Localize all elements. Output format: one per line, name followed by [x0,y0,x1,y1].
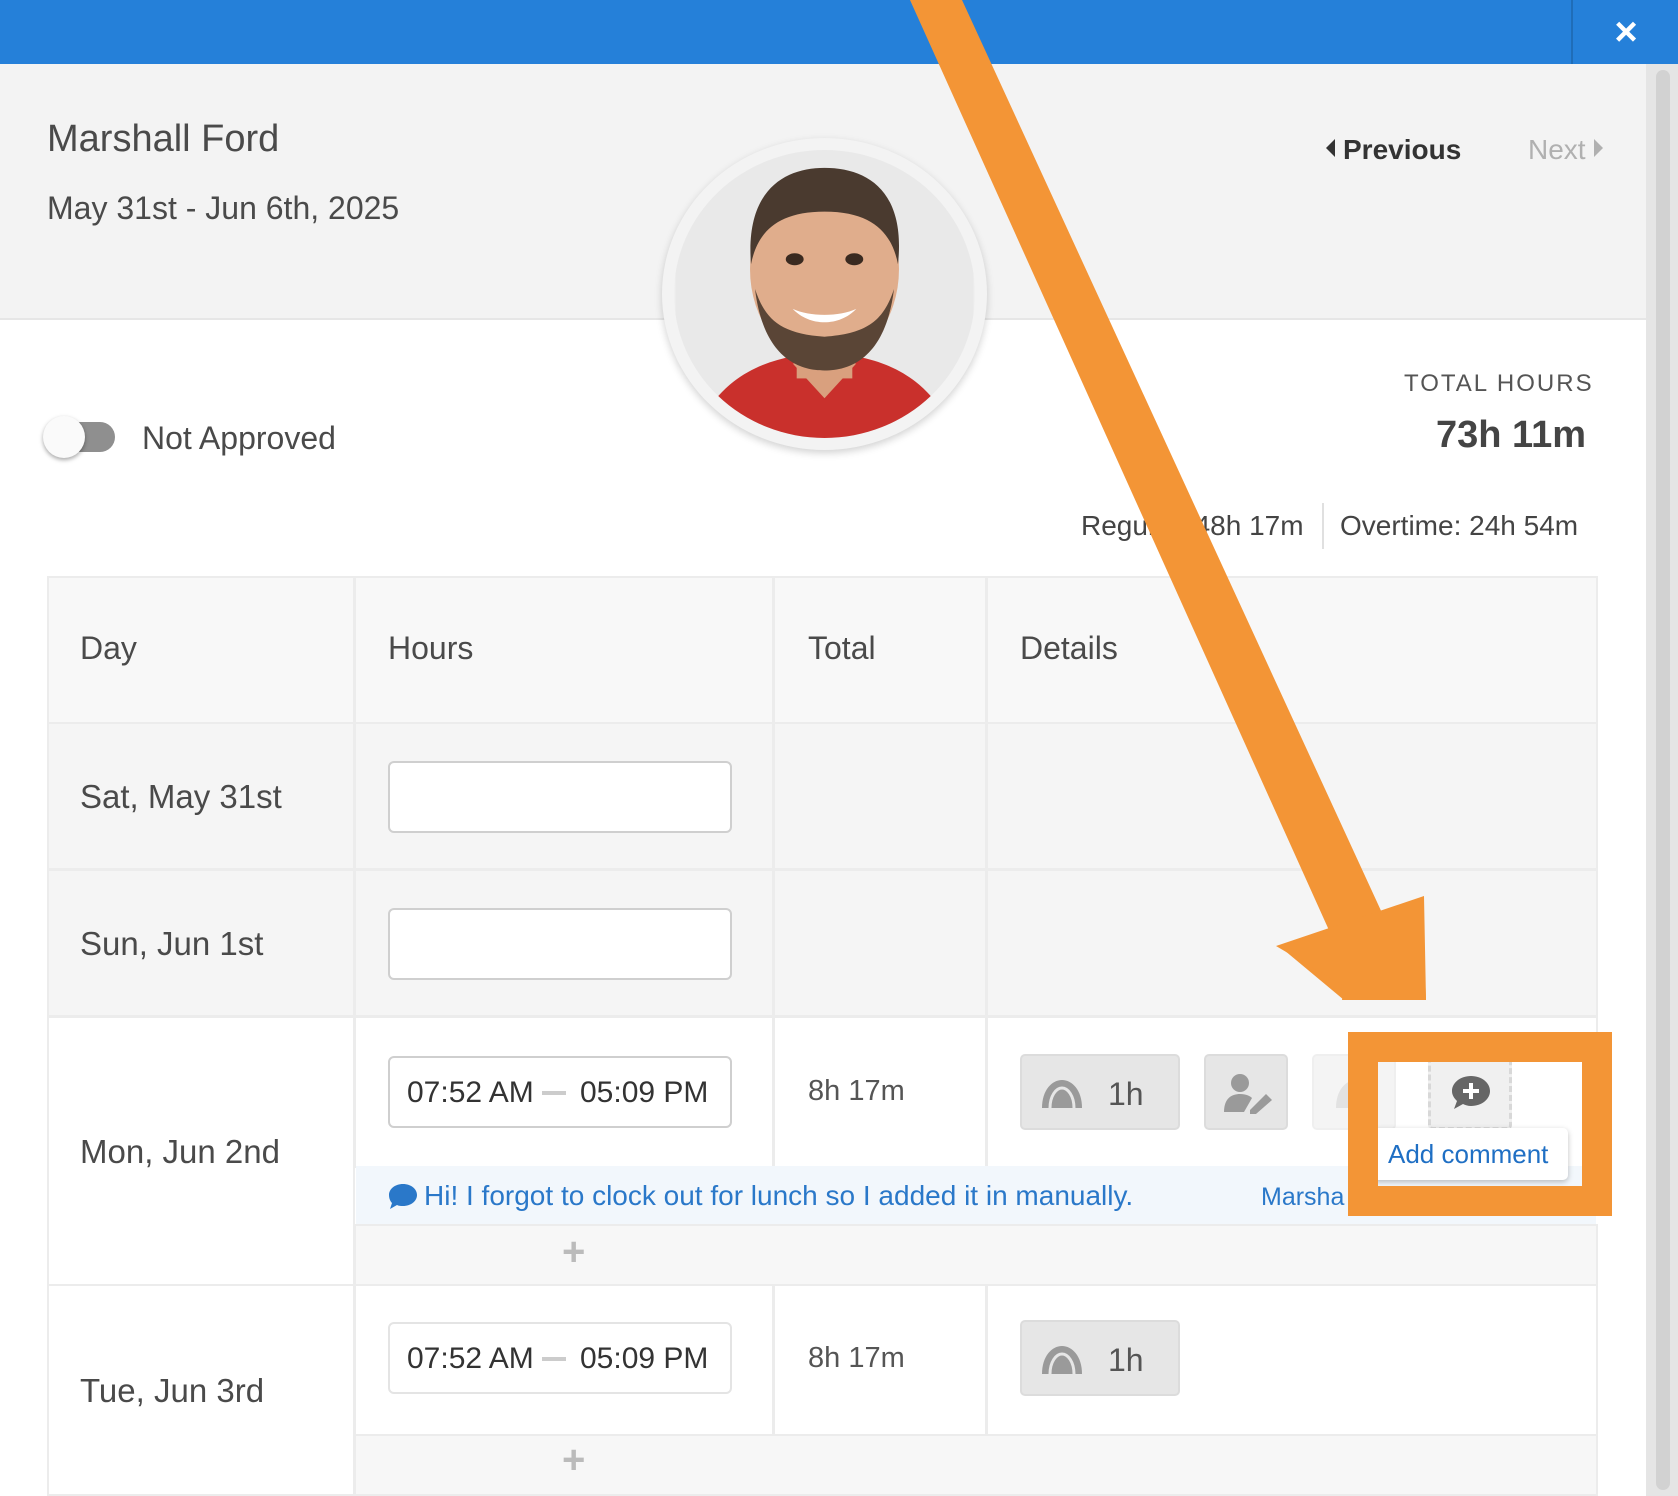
break-chip[interactable]: 1h [1020,1320,1180,1396]
break-icon [1042,1346,1082,1375]
row-total: 8h 17m [808,1342,905,1374]
previous-button[interactable]: Previous [1326,134,1461,166]
date-range: May 31st - Jun 6th, 2025 [47,190,400,226]
start-time: 07:52 AM [407,1342,534,1375]
top-bar-divider [1571,0,1573,64]
approval-toggle-knob[interactable] [43,416,85,458]
day-label: Sun, Jun 1st [80,925,264,962]
hours-input[interactable] [388,908,732,980]
time-range-input[interactable]: 07:52 AM 05:09 PM [388,1056,732,1128]
scrollbar-thumb[interactable] [1656,70,1670,1490]
details-cell [986,722,1598,870]
add-entry-row [354,1224,1598,1286]
day-label: Sat, May 31st [80,778,282,815]
next-label: Next [1528,134,1586,165]
end-time: 05:09 PM [580,1342,709,1375]
caret-right-icon [1593,139,1603,157]
start-time: 07:52 AM [407,1076,534,1109]
column-header-hours: Hours [388,630,474,666]
total-hours-value: 73h 11m [1436,414,1586,456]
time-separator [542,1357,566,1361]
break-duration: 1h [1108,1342,1144,1378]
break-duration: 1h [1108,1076,1144,1112]
column-header-details: Details [1020,630,1118,666]
column-header-total: Total [808,630,876,666]
break-chip[interactable]: 1h [1020,1054,1180,1130]
regular-hours: Regular: 48h 17m [1081,510,1304,541]
add-entry-button[interactable]: + [562,1438,585,1483]
details-cell [986,869,1598,1017]
close-icon: × [1614,10,1638,54]
comment-text: Hi! I forgot to clock out for lunch so I… [424,1180,1134,1211]
end-time: 05:09 PM [580,1076,709,1109]
overtime-hours: Overtime: 24h 54m [1340,510,1579,541]
approval-status-label: Not Approved [142,420,336,456]
total-cell [773,869,987,1017]
comment-author: Marsha [1261,1183,1345,1211]
previous-label: Previous [1343,134,1462,165]
add-entry-row [354,1434,1598,1496]
column-header-day: Day [80,630,137,666]
next-button[interactable]: Next [1528,134,1603,166]
caret-left-icon [1326,139,1335,157]
manual-edit-chip[interactable] [1204,1054,1288,1130]
user-edit-icon [1224,1074,1272,1114]
approval-toggle[interactable] [43,416,115,458]
avatar-illustration [675,150,974,438]
header-cell-total [773,576,987,724]
hours-input[interactable] [388,761,732,833]
time-separator [542,1091,566,1095]
total-cell [773,722,987,870]
top-bar: × [0,0,1678,64]
row-total: 8h 17m [808,1075,905,1107]
close-button[interactable]: × [1590,12,1662,52]
day-label: Mon, Jun 2nd [80,1133,280,1170]
day-label: Tue, Jun 3rd [80,1372,265,1409]
comment-icon [389,1184,417,1209]
break-icon [1042,1080,1082,1109]
add-entry-button[interactable]: + [562,1230,585,1275]
employee-name: Marshall Ford [47,118,280,160]
total-hours-label: TOTAL HOURS [1404,370,1594,397]
annotation-highlight-box [1348,1032,1612,1216]
time-range-input[interactable]: 07:52 AM 05:09 PM [388,1322,732,1394]
avatar [662,138,987,450]
totals-divider [1322,503,1324,549]
